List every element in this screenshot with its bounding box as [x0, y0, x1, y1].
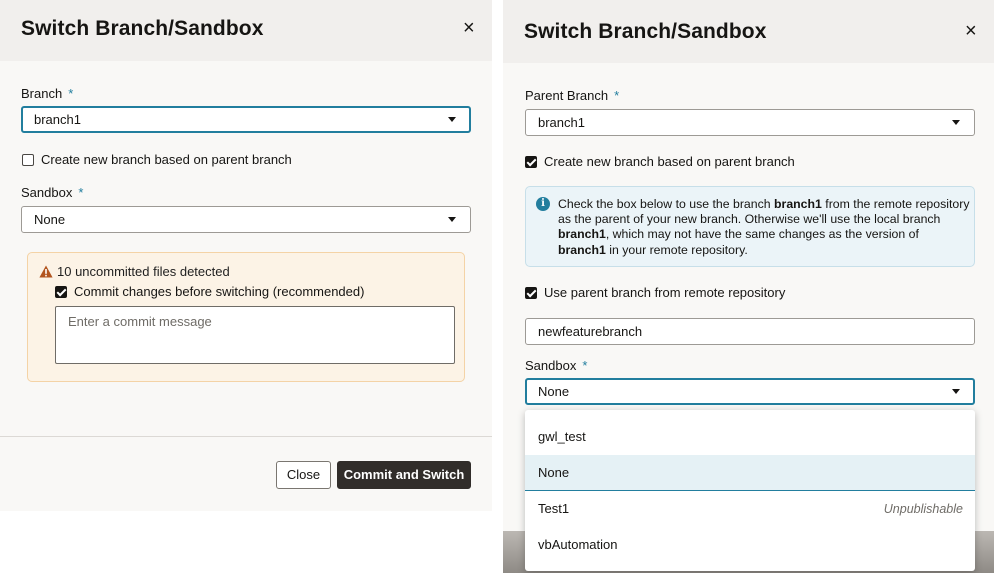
- dialog-header: Switch Branch/Sandbox ×: [503, 0, 994, 63]
- dialog-header: Switch Branch/Sandbox ×: [0, 0, 492, 61]
- chevron-down-icon: [448, 117, 456, 122]
- sandbox-option-gwl-test[interactable]: gwl_test: [525, 419, 975, 455]
- commit-before-switch-row[interactable]: Commit changes before switching (recomme…: [55, 284, 364, 299]
- branch-select[interactable]: branch1: [21, 106, 471, 133]
- commit-message-input[interactable]: Enter a commit message: [55, 306, 455, 364]
- chevron-down-icon: [448, 217, 456, 222]
- required-mark: *: [78, 185, 84, 200]
- create-branch-checkbox-label: Create new branch based on parent branch: [544, 154, 795, 169]
- sandbox-select-value: None: [34, 212, 66, 227]
- new-branch-name-value: newfeaturebranch: [538, 324, 643, 339]
- use-remote-branch-checkbox[interactable]: [525, 286, 537, 299]
- commit-and-switch-button[interactable]: Commit and Switch: [337, 461, 471, 489]
- chevron-down-icon: [952, 120, 960, 125]
- sandbox-option-test1[interactable]: Test1 Unpublishable: [525, 491, 975, 527]
- info-icon: i: [536, 197, 550, 211]
- info-message: Check the box below to use the branch br…: [558, 197, 970, 257]
- warning-triangle-icon: [39, 265, 53, 278]
- required-mark: *: [582, 358, 588, 373]
- sandbox-option-none[interactable]: None: [525, 455, 975, 491]
- uncommitted-warning-text: 10 uncommitted files detected: [57, 264, 230, 279]
- unpublishable-note: Unpublishable: [883, 502, 963, 516]
- dialog-title: Switch Branch/Sandbox: [21, 17, 264, 40]
- create-branch-checkbox-row[interactable]: Create new branch based on parent branch: [22, 152, 292, 167]
- dialog-title: Switch Branch/Sandbox: [524, 20, 767, 43]
- sandbox-select-value: None: [538, 384, 570, 399]
- use-remote-branch-label: Use parent branch from remote repository: [544, 285, 786, 300]
- create-branch-checkbox[interactable]: [22, 153, 34, 166]
- create-branch-checkbox-row[interactable]: Create new branch based on parent branch: [525, 154, 795, 169]
- remote-branch-info-box: i Check the box below to use the branch …: [525, 186, 975, 267]
- switch-branch-dialog-right: Switch Branch/Sandbox × Parent Branch * b…: [503, 0, 994, 573]
- footer-divider: [0, 436, 492, 437]
- uncommitted-warning-box: 10 uncommitted files detected Commit cha…: [27, 252, 465, 382]
- commit-before-switch-label: Commit changes before switching (recomme…: [74, 284, 365, 299]
- create-branch-checkbox-label: Create new branch based on parent branch: [41, 152, 292, 167]
- sandbox-select[interactable]: None: [525, 378, 975, 405]
- commit-before-switch-checkbox[interactable]: [55, 285, 67, 298]
- switch-branch-dialog-left: Switch Branch/Sandbox × Branch * branch1 …: [0, 0, 492, 511]
- parent-branch-select[interactable]: branch1: [525, 109, 975, 136]
- use-remote-branch-row[interactable]: Use parent branch from remote repository: [525, 285, 785, 300]
- close-icon[interactable]: ×: [965, 21, 977, 41]
- sandbox-dropdown-list: gwl_test None Test1 Unpublishable vbAuto…: [525, 410, 975, 571]
- parent-branch-select-value: branch1: [538, 115, 585, 130]
- sandbox-label: Sandbox *: [21, 185, 84, 200]
- new-branch-name-input[interactable]: newfeaturebranch: [525, 318, 975, 345]
- create-branch-checkbox[interactable]: [525, 155, 537, 168]
- sandbox-label: Sandbox *: [525, 358, 588, 373]
- branch-select-value: branch1: [34, 112, 81, 127]
- chevron-down-icon: [952, 389, 960, 394]
- sandbox-option-vbautomation[interactable]: vbAutomation: [525, 527, 975, 563]
- branch-label: Branch *: [21, 86, 74, 101]
- sandbox-select[interactable]: None: [21, 206, 471, 233]
- commit-message-placeholder: Enter a commit message: [68, 314, 212, 329]
- parent-branch-label: Parent Branch *: [525, 88, 620, 103]
- close-button[interactable]: Close: [276, 461, 331, 489]
- required-mark: *: [614, 88, 620, 103]
- required-mark: *: [68, 86, 74, 101]
- close-icon[interactable]: ×: [463, 18, 475, 38]
